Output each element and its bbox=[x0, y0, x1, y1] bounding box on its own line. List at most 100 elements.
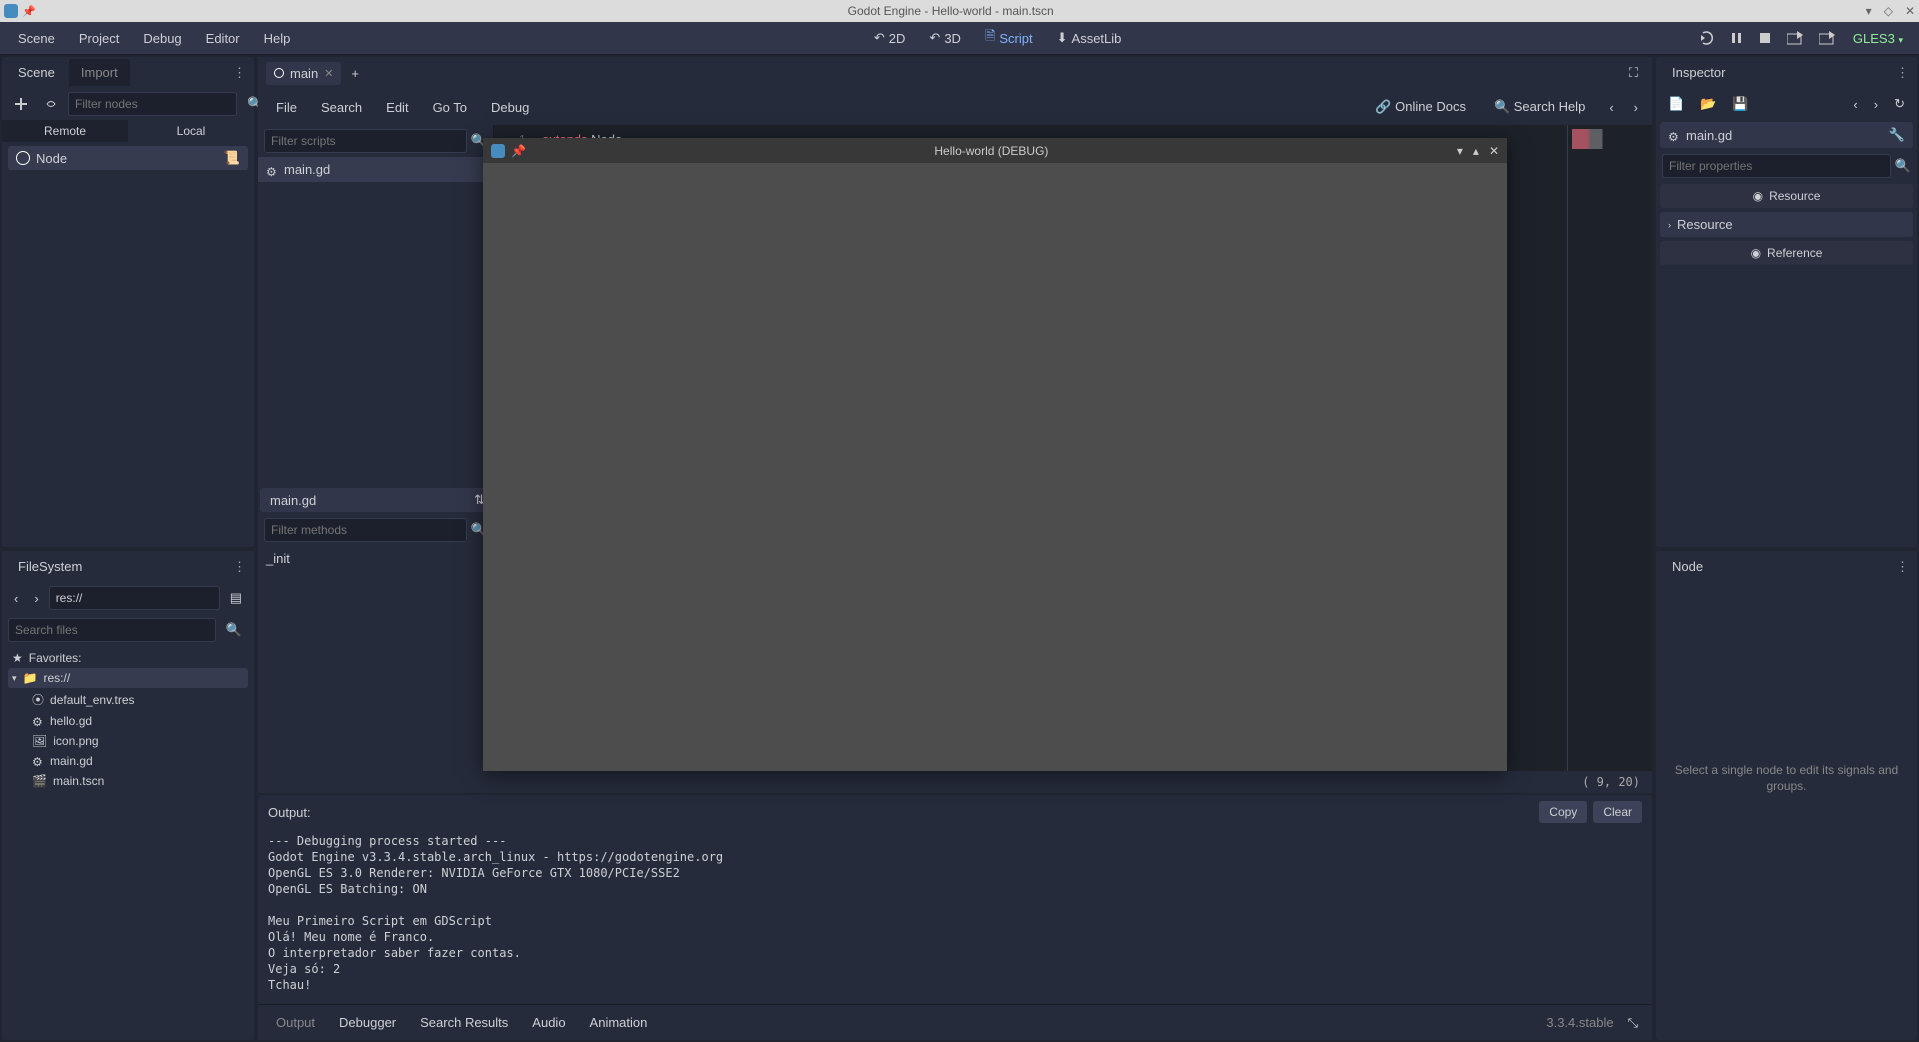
search-help-button[interactable]: 🔍 Search Help bbox=[1484, 93, 1595, 121]
inspector-current-resource[interactable]: main.gd 🔧 bbox=[1660, 122, 1913, 148]
tab-import[interactable]: Import bbox=[69, 59, 130, 86]
script-menu-edit[interactable]: Edit bbox=[376, 94, 418, 121]
minimap[interactable] bbox=[1567, 125, 1652, 771]
close-tab-icon[interactable]: ✕ bbox=[324, 67, 333, 80]
clear-button[interactable]: Clear bbox=[1593, 801, 1642, 823]
node-label: Node bbox=[36, 151, 67, 166]
pause-button[interactable] bbox=[1725, 28, 1749, 48]
fs-root[interactable]: ▾📁res:// bbox=[8, 668, 248, 688]
version-label: 3.3.4.stable bbox=[1546, 1015, 1613, 1030]
filesystem-dock-menu-icon[interactable]: ⋮ bbox=[229, 555, 250, 579]
history-back-icon[interactable]: ‹ bbox=[1847, 92, 1863, 116]
method-list-item[interactable]: _init bbox=[258, 546, 493, 571]
fs-file[interactable]: main.gd bbox=[8, 751, 248, 771]
workspace-script[interactable]: 🗎Script bbox=[975, 21, 1043, 55]
tab-node[interactable]: Node bbox=[1660, 553, 1715, 580]
copy-button[interactable]: Copy bbox=[1539, 801, 1587, 823]
history-icon[interactable]: ↻ bbox=[1888, 92, 1911, 116]
script-indicator-icon[interactable]: 📜 bbox=[224, 150, 240, 166]
script-menu-search[interactable]: Search bbox=[311, 94, 372, 121]
menu-editor[interactable]: Editor bbox=[196, 25, 250, 52]
remote-tab[interactable]: Remote bbox=[2, 120, 128, 142]
minimize-icon[interactable]: ▾ bbox=[1457, 144, 1463, 158]
close-icon[interactable]: ✕ bbox=[1905, 4, 1915, 18]
scene-root-node[interactable]: Node 📜 bbox=[8, 146, 248, 170]
filter-methods-input[interactable] bbox=[264, 518, 467, 542]
play-scene-button[interactable] bbox=[1781, 27, 1809, 49]
gear-icon bbox=[266, 164, 278, 176]
maximize-icon[interactable]: ▴ bbox=[1473, 144, 1479, 158]
current-script-label: main.gd bbox=[266, 493, 470, 508]
inspector-category-reference[interactable]: ◉Reference bbox=[1660, 241, 1913, 265]
fs-path-input[interactable] bbox=[49, 586, 220, 610]
scene-dock-menu-icon[interactable]: ⋮ bbox=[229, 61, 250, 85]
output-text[interactable]: --- Debugging process started --- Godot … bbox=[258, 829, 1652, 1004]
fs-file[interactable]: 🎬main.tscn bbox=[8, 771, 248, 791]
script-menu-goto[interactable]: Go To bbox=[423, 94, 477, 121]
local-tab[interactable]: Local bbox=[128, 120, 254, 142]
fs-split-icon[interactable]: ▤ bbox=[224, 586, 248, 610]
menu-debug[interactable]: Debug bbox=[133, 25, 191, 52]
inspector-dock-menu-icon[interactable]: ⋮ bbox=[1892, 61, 1913, 85]
fs-favorites[interactable]: ★Favorites: bbox=[8, 648, 248, 668]
bottom-tab-audio[interactable]: Audio bbox=[522, 1009, 575, 1036]
distraction-free-icon[interactable]: ⛶ bbox=[1623, 61, 1644, 85]
workspace-2d[interactable]: ↶2D bbox=[864, 21, 916, 55]
filter-scripts-input[interactable] bbox=[264, 129, 467, 153]
online-docs-button[interactable]: 🔗 Online Docs bbox=[1365, 93, 1476, 121]
next-script-icon[interactable]: › bbox=[1628, 96, 1644, 119]
fs-file[interactable]: 🖼icon.png bbox=[8, 731, 248, 751]
pin-icon[interactable]: 📌 bbox=[22, 5, 36, 18]
tab-inspector[interactable]: Inspector bbox=[1660, 59, 1737, 86]
scene-tab[interactable]: main ✕ bbox=[266, 62, 341, 85]
script-list-item[interactable]: main.gd bbox=[258, 157, 493, 182]
bottom-tab-output[interactable]: Output bbox=[266, 1009, 325, 1036]
fs-file[interactable]: hello.gd bbox=[8, 711, 248, 731]
play-custom-button[interactable] bbox=[1813, 27, 1841, 49]
close-icon[interactable]: ✕ bbox=[1489, 144, 1499, 158]
script-menu-file[interactable]: File bbox=[266, 94, 307, 121]
maximize-icon[interactable]: ◇ bbox=[1884, 4, 1893, 18]
fs-file[interactable]: ⦿default_env.tres bbox=[8, 688, 248, 711]
minimize-icon[interactable]: ▾ bbox=[1866, 4, 1872, 18]
bottom-tab-animation[interactable]: Animation bbox=[580, 1009, 658, 1036]
inspector-resource-section[interactable]: › Resource bbox=[1660, 212, 1913, 237]
bottom-tab-search[interactable]: Search Results bbox=[410, 1009, 518, 1036]
renderer-select[interactable]: GLES3 ▾ bbox=[1845, 27, 1911, 50]
workspace-assetlib[interactable]: ⬇AssetLib bbox=[1047, 21, 1132, 55]
filter-properties-input[interactable] bbox=[1662, 154, 1891, 178]
menu-scene[interactable]: Scene bbox=[8, 25, 65, 52]
new-resource-icon[interactable]: 📄 bbox=[1662, 92, 1690, 116]
bottom-tab-debugger[interactable]: Debugger bbox=[329, 1009, 406, 1036]
env-icon: ⦿ bbox=[32, 691, 44, 708]
script-list-label: main.gd bbox=[284, 162, 330, 177]
prev-script-icon[interactable]: ‹ bbox=[1603, 96, 1619, 119]
pin-icon[interactable]: 📌 bbox=[511, 144, 526, 158]
menu-project[interactable]: Project bbox=[69, 25, 129, 52]
tab-filesystem[interactable]: FileSystem bbox=[6, 553, 94, 580]
play-project-button[interactable] bbox=[1695, 27, 1721, 49]
chevron-down-icon: ▾ bbox=[12, 673, 17, 684]
fs-back-icon[interactable]: ‹ bbox=[8, 587, 24, 610]
reference-icon: ◉ bbox=[1751, 246, 1761, 260]
inspector-category-resource[interactable]: ◉Resource bbox=[1660, 184, 1913, 208]
add-node-button[interactable] bbox=[8, 93, 34, 115]
instance-scene-button[interactable] bbox=[38, 93, 64, 115]
debug-game-window[interactable]: 📌 Hello-world (DEBUG) ▾ ▴ ✕ bbox=[483, 138, 1507, 771]
node-dock-menu-icon[interactable]: ⋮ bbox=[1892, 555, 1913, 579]
tool-icon[interactable]: 🔧 bbox=[1889, 127, 1905, 143]
3d-icon: ↶ bbox=[929, 30, 940, 46]
add-tab-button[interactable]: + bbox=[345, 62, 365, 85]
collapse-bottom-icon[interactable]: ⤡ bbox=[1622, 1011, 1644, 1035]
history-forward-icon[interactable]: › bbox=[1868, 92, 1884, 116]
save-resource-icon[interactable]: 💾 bbox=[1726, 92, 1754, 116]
fs-search-input[interactable] bbox=[8, 618, 216, 642]
script-menu-debug[interactable]: Debug bbox=[481, 94, 539, 121]
load-resource-icon[interactable]: 📂 bbox=[1694, 92, 1722, 116]
tab-scene[interactable]: Scene bbox=[6, 59, 67, 86]
workspace-3d[interactable]: ↶3D bbox=[919, 21, 971, 55]
menu-help[interactable]: Help bbox=[254, 25, 301, 52]
filter-nodes-input[interactable] bbox=[68, 92, 237, 116]
stop-button[interactable] bbox=[1753, 28, 1777, 48]
fs-forward-icon[interactable]: › bbox=[28, 587, 44, 610]
